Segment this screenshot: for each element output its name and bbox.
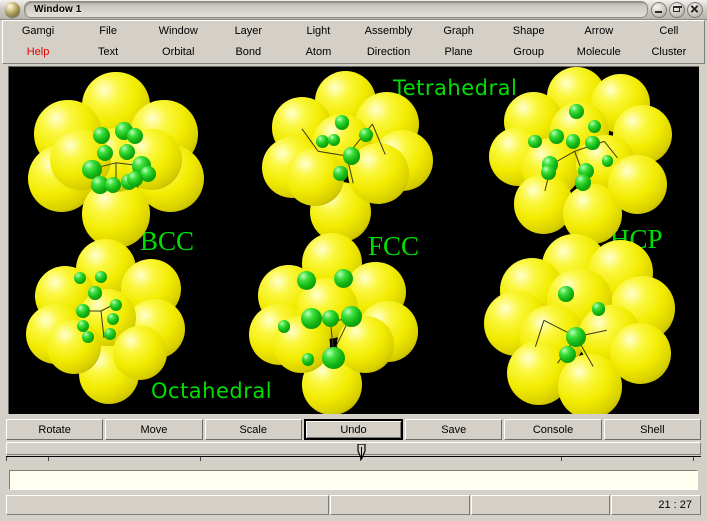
menu-item-assembly[interactable]: Assembly (353, 26, 423, 37)
status-panel-second (329, 495, 470, 515)
slider-area (6, 442, 701, 464)
atom-sphere-small[interactable] (587, 119, 601, 134)
close-icon[interactable] (687, 1, 703, 18)
menu-item-molecule[interactable]: Molecule (564, 47, 634, 58)
atom-sphere-small[interactable] (88, 286, 102, 300)
command-input[interactable] (9, 470, 698, 490)
shell-button[interactable]: Shell (603, 419, 701, 440)
bcc-cluster[interactable] (28, 71, 204, 248)
menu-item-cell[interactable]: Cell (634, 26, 704, 37)
hcp-cluster[interactable] (488, 67, 672, 247)
atom-sphere-small[interactable] (333, 269, 353, 289)
atom-sphere-small[interactable] (300, 307, 322, 329)
atom-sphere-small[interactable] (96, 145, 113, 162)
bond-lines (90, 162, 142, 192)
scale-button[interactable]: Scale (204, 419, 302, 440)
menu-row-bottom: Help Text Orbital Bond Atom Direction Plane Gro… (3, 42, 704, 63)
console-button[interactable]: Console (504, 419, 602, 440)
menu-item-bond[interactable]: Bond (213, 47, 283, 58)
atom-sphere-small[interactable] (104, 327, 116, 340)
maximize-icon[interactable] (669, 1, 685, 18)
menu-item-window[interactable]: Window (143, 26, 213, 37)
atom-sphere-small[interactable] (107, 312, 119, 325)
slider-handle[interactable] (357, 443, 367, 461)
menu-item-layer[interactable]: Layer (213, 26, 283, 37)
unlabeled-cluster[interactable] (484, 233, 675, 414)
menu-item-light[interactable]: Light (283, 26, 353, 37)
slider-tick (6, 457, 7, 461)
sphere-icon (5, 2, 20, 17)
atom-sphere-small[interactable] (591, 301, 606, 316)
menu-item-text[interactable]: Text (73, 47, 143, 58)
atom-sphere-small[interactable] (568, 104, 584, 120)
undo-button[interactable]: Undo (303, 419, 404, 440)
atom-sphere-small[interactable] (322, 346, 345, 370)
menu-bar: Gamgi File Window Layer Light Assembly Graph Sh… (2, 20, 705, 64)
menu-item-group[interactable]: Group (494, 47, 564, 58)
menu-item-orbital[interactable]: Orbital (143, 47, 213, 58)
minimize-icon[interactable] (651, 1, 667, 18)
window-title: Window 1 (34, 4, 82, 15)
atom-sphere-small[interactable] (342, 147, 361, 165)
atom-sphere-small[interactable] (81, 330, 94, 343)
menu-item-graph[interactable]: Graph (424, 26, 494, 37)
status-panel-main (6, 495, 329, 515)
atom-sphere-small[interactable] (127, 127, 144, 144)
atom-sphere-small[interactable] (549, 129, 564, 144)
gamgi-main-window: Window 1 Gamgi File Window Layer Light Assemb… (0, 0, 707, 521)
atom-sphere-small[interactable] (528, 134, 542, 148)
atom-sphere-small[interactable] (574, 174, 592, 191)
menu-item-plane[interactable]: Plane (424, 47, 494, 58)
slider-tick (200, 457, 202, 461)
atom-sphere-small[interactable] (127, 170, 144, 187)
atom-sphere-small[interactable] (95, 270, 107, 283)
menu-item-gamgi[interactable]: Gamgi (3, 26, 73, 37)
title-bar: Window 1 (0, 0, 707, 20)
window-controls (651, 1, 703, 18)
status-panel-clock: 21 : 27 (611, 495, 701, 515)
bond-lines (83, 304, 114, 339)
menu-item-help[interactable]: Help (3, 47, 73, 58)
atom-sphere-small[interactable] (565, 133, 581, 149)
atom-sphere-small[interactable] (104, 177, 121, 194)
menu-item-cluster[interactable]: Cluster (634, 47, 704, 58)
tetrahedral-cluster[interactable] (248, 233, 420, 414)
action-toolbar: Rotate Move Scale Undo Save Console Shell (6, 419, 701, 440)
atom-sphere-small[interactable] (110, 299, 122, 311)
octahedral-cluster[interactable] (26, 239, 188, 404)
atom-sphere-small[interactable] (296, 270, 316, 290)
atom-sphere-small[interactable] (333, 166, 348, 181)
move-button[interactable]: Move (105, 419, 203, 440)
menu-item-direction[interactable]: Direction (353, 47, 423, 58)
atom-sphere-small[interactable] (76, 304, 90, 318)
menu-item-file[interactable]: File (73, 26, 143, 37)
atom-sphere-small[interactable] (74, 272, 86, 284)
atom-sphere-small[interactable] (334, 115, 350, 130)
window-title-box: Window 1 (24, 1, 648, 18)
command-entry-area (6, 468, 701, 492)
menu-item-atom[interactable]: Atom (283, 47, 353, 58)
menu-item-arrow[interactable]: Arrow (564, 26, 634, 37)
save-button[interactable]: Save (405, 419, 503, 440)
render-canvas[interactable]: Tetrahedral BCC FCC HCP Octahedral (8, 66, 699, 414)
atom-sphere-small[interactable] (558, 286, 574, 302)
atom-sphere-small[interactable] (321, 309, 340, 328)
menu-item-shape[interactable]: Shape (494, 26, 564, 37)
status-panel-third (470, 495, 611, 515)
status-bar: 21 : 27 (6, 495, 701, 515)
atom-sphere-small[interactable] (340, 306, 362, 328)
slider-tick (47, 457, 49, 461)
atom-sphere-small[interactable] (540, 165, 556, 181)
atom-sphere-small[interactable] (119, 143, 136, 160)
menu-row-top: Gamgi File Window Layer Light Assembly Graph Sh… (3, 21, 704, 42)
zoom-slider[interactable] (6, 442, 701, 461)
slider-ticks (6, 456, 701, 464)
rotate-button[interactable]: Rotate (6, 419, 104, 440)
slider-tick (693, 457, 695, 461)
fcc-cluster[interactable] (262, 71, 434, 244)
slider-tick (561, 457, 563, 461)
